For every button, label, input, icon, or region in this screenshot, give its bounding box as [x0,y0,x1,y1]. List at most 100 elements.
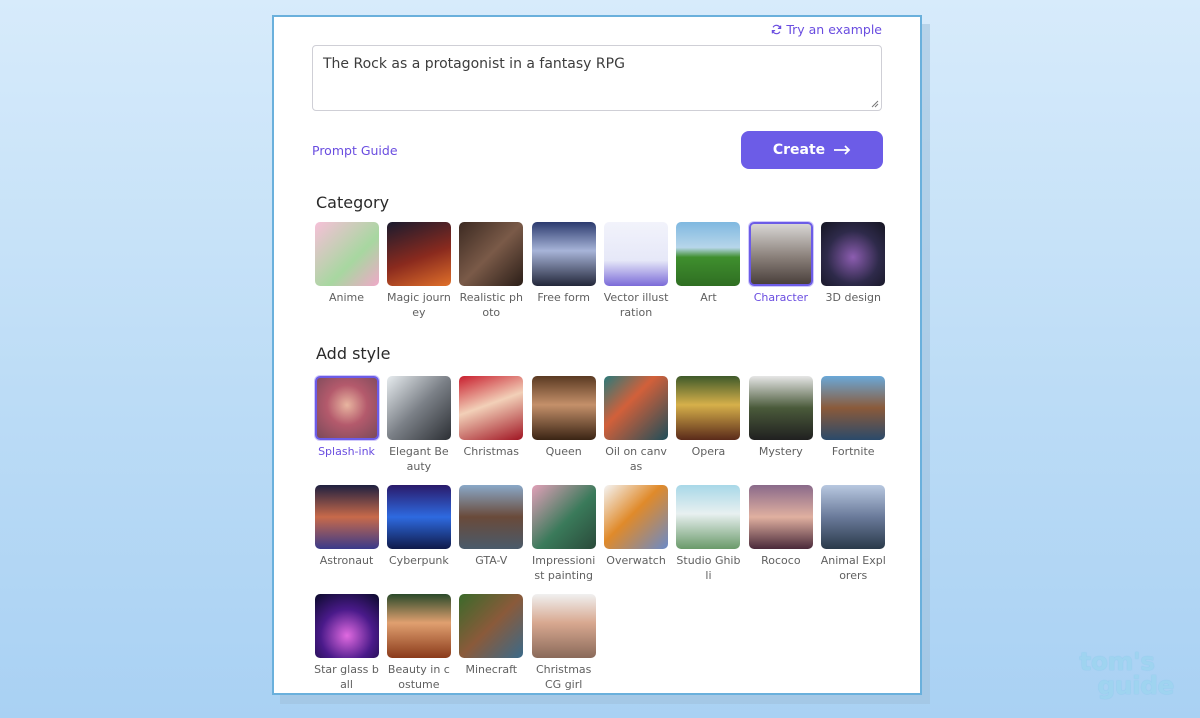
style-label: Splash-ink [318,445,375,458]
style-thumbnail [314,376,379,440]
refresh-icon [772,24,782,35]
try-example-label: Try an example [786,22,882,37]
category-thumbnail [676,222,741,286]
category-tile[interactable]: Art [676,222,741,321]
style-thumbnail [821,376,886,440]
style-tile[interactable]: Astronaut [314,485,379,584]
style-thumbnail [314,594,379,658]
style-label: Mystery [758,445,803,458]
create-button-label: Create [772,142,826,158]
style-tile[interactable]: Beauty in costume [386,594,451,693]
category-tile[interactable]: Character [748,222,813,321]
style-thumbnail [821,485,886,549]
style-label: Christmas CG girl [535,663,592,691]
style-label: Elegant Beauty [389,445,449,473]
category-tile[interactable]: Magic journey [386,222,451,321]
category-label: Realistic photo [459,291,523,319]
style-label: Minecraft [465,663,518,676]
style-label: Opera [691,445,726,458]
style-tile[interactable]: Queen [531,376,596,475]
category-label: Anime [328,291,365,304]
prompt-guide-link[interactable]: Prompt Guide [312,143,398,158]
style-tile[interactable]: Minecraft [459,594,524,693]
style-thumbnail [386,376,451,440]
style-label: Studio Ghibli [676,554,741,582]
style-tile[interactable]: Studio Ghibli [676,485,741,584]
style-thumbnail [459,594,524,658]
style-thumbnail [531,594,596,658]
style-label: Star glass ball [314,663,379,691]
style-label: Overwatch [606,554,666,567]
category-thumbnail [459,222,524,286]
style-tile[interactable]: Impressionist painting [531,485,596,584]
style-tile[interactable]: Splash-ink [314,376,379,475]
style-label: Cyberpunk [389,554,449,567]
style-tile[interactable]: Rococo [748,485,813,584]
style-tile[interactable]: GTA-V [459,485,524,584]
style-tile[interactable]: Cyberpunk [386,485,451,584]
category-label: 3D design [825,291,881,304]
category-label: Character [753,291,808,304]
category-grid: Anime Magic journey Realistic photo Free fo… [314,222,894,321]
category-label: Magic journey [386,291,451,319]
prompt-textarea[interactable]: The Rock as a protagonist in a fantasy R… [312,45,882,111]
category-thumbnail [531,222,596,286]
try-example-link[interactable]: Try an example [771,22,882,37]
style-label: Rococo [761,554,801,567]
create-button[interactable]: Create [741,131,883,169]
style-thumbnail [386,594,451,658]
style-tile[interactable]: Star glass ball [314,594,379,693]
style-thumbnail [676,485,741,549]
style-thumbnail [676,376,741,440]
prompt-text: The Rock as a protagonist in a fantasy R… [323,56,625,72]
category-thumbnail [314,222,379,286]
style-label: Fortnite [831,445,875,458]
style-thumbnail [386,485,451,549]
style-thumbnail [459,485,524,549]
style-label: Beauty in costume [387,663,450,691]
category-thumbnail [748,222,813,286]
style-tile[interactable]: Overwatch [604,485,669,584]
style-label: Oil on canvas [605,445,667,473]
style-tile[interactable]: Oil on canvas [604,376,669,475]
category-tile[interactable]: Realistic photo [459,222,524,321]
style-thumbnail [748,485,813,549]
style-thumbnail [531,485,596,549]
style-label: Animal Explorers [820,554,886,582]
style-tile[interactable]: Christmas [459,376,524,475]
style-thumbnail [314,485,379,549]
style-label: Queen [545,445,582,458]
style-tile[interactable]: Opera [676,376,741,475]
style-tile[interactable]: Elegant Beauty [386,376,451,475]
style-tile[interactable]: Christmas CG girl [531,594,596,693]
generator-panel: Try an example The Rock as a protagonist… [272,15,922,695]
style-title: Add style [316,344,391,363]
style-grid: Splash-ink Elegant Beauty Christmas Queen Oi… [314,376,894,703]
style-label: Impressionist painting [532,554,596,582]
logo-line-2: guide [1097,671,1174,700]
category-tile[interactable]: Vector illustration [604,222,669,321]
style-thumbnail [531,376,596,440]
style-label: Christmas [463,445,520,458]
style-thumbnail [604,376,669,440]
style-tile[interactable]: Fortnite [821,376,886,475]
category-label: Vector illustration [603,291,669,319]
toms-guide-logo: tom's guide [1079,649,1174,700]
arrow-right-icon [834,145,851,155]
resize-grip-icon[interactable] [871,100,879,108]
style-tile[interactable]: Animal Explorers [821,485,886,584]
category-tile[interactable]: 3D design [821,222,886,321]
style-tile[interactable]: Mystery [748,376,813,475]
category-title: Category [316,193,390,212]
category-tile[interactable]: Free form [531,222,596,321]
style-thumbnail [748,376,813,440]
style-label: GTA-V [475,554,508,567]
category-thumbnail [386,222,451,286]
category-thumbnail [604,222,669,286]
category-label: Art [700,291,717,304]
style-label: Astronaut [319,554,374,567]
category-thumbnail [821,222,886,286]
category-tile[interactable]: Anime [314,222,379,321]
category-label: Free form [537,291,590,304]
style-thumbnail [459,376,524,440]
